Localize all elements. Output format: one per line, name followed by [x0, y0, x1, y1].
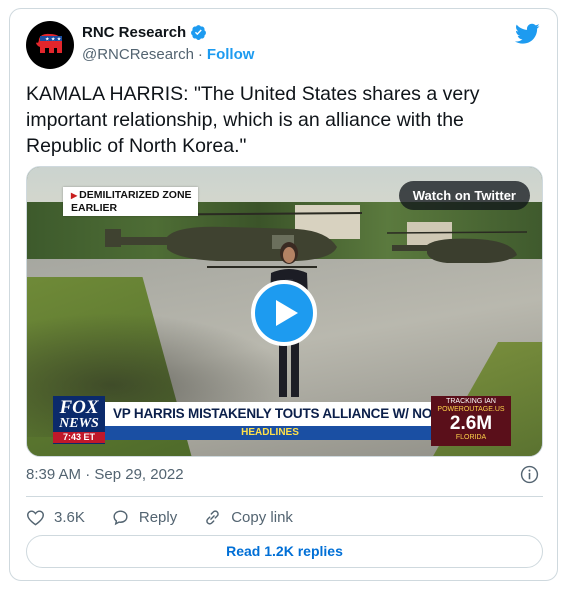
twitter-bird-icon[interactable] [515, 23, 540, 45]
play-button[interactable] [251, 280, 317, 346]
reply-button[interactable]: Reply [111, 508, 177, 527]
copy-link-label: Copy link [231, 508, 293, 526]
video-player[interactable]: ▶ DEMILITARIZED ZONE EARLIER Watch on Twi… [26, 166, 543, 457]
triangle-icon: ▶ [71, 191, 78, 200]
tracking-box: TRACKING IAN POWEROUTAGE.US 2.6M FLORIDA [431, 396, 511, 446]
heart-icon [27, 509, 44, 525]
link-icon [206, 509, 219, 525]
tweet-actions: 3.6K Reply Copy link [26, 506, 319, 528]
tweet-timestamp[interactable]: 8:39 AM · Sep 29, 2022 [26, 466, 184, 483]
info-icon[interactable] [520, 465, 539, 484]
tweet-text: KAMALA HARRIS: "The United States shares… [26, 83, 480, 157]
location-tag-line2: EARLIER [71, 202, 118, 214]
headlines-bar: HEADLINES [105, 426, 435, 440]
like-count: 3.6K [54, 508, 85, 526]
verified-badge-icon [191, 25, 207, 40]
author-block: RNC Research @RNCResearch · Follow [82, 24, 254, 63]
divider [26, 496, 543, 497]
like-button[interactable]: 3.6K [26, 508, 85, 527]
fox-news-logo: FOX NEWS 7:43 ET [53, 396, 105, 444]
read-replies-button[interactable]: Read 1.2K replies [26, 535, 543, 568]
network-logo-line2: NEWS [59, 416, 99, 431]
avatar[interactable]: ★ ★ ★ [26, 21, 74, 69]
overlay-location-tag: ▶ DEMILITARIZED ZONE EARLIER [63, 187, 198, 216]
location-tag-line1: DEMILITARIZED ZONE [79, 189, 192, 201]
republican-elephant-icon: ★ ★ ★ [36, 33, 62, 53]
tracker-title: TRACKING IAN [446, 398, 496, 405]
tracker-region: FLORIDA [455, 434, 487, 441]
watch-on-twitter-button[interactable]: Watch on Twitter [398, 181, 530, 210]
play-icon [276, 300, 298, 326]
display-name[interactable]: RNC Research [82, 24, 186, 41]
network-time: 7:43 ET [53, 432, 105, 443]
network-logo-line1: FOX [59, 397, 99, 418]
news-chyron: VP HARRIS MISTAKENLY TOUTS ALLIANCE W/ N… [105, 402, 511, 426]
tweet-card: ★ ★ ★ RNC Research @RNCResearch · Follow… [9, 8, 558, 581]
svg-text:★ ★ ★: ★ ★ ★ [45, 37, 62, 43]
helicopter-image [387, 231, 527, 263]
copy-link-button[interactable]: Copy link [203, 508, 293, 527]
reply-bubble-icon [113, 509, 128, 525]
handle[interactable]: @RNCResearch [82, 46, 194, 63]
separator-dot: · [197, 46, 203, 63]
follow-button[interactable]: Follow [207, 46, 255, 63]
helicopter-image [101, 212, 363, 268]
tracker-value: 2.6M [449, 413, 493, 434]
reply-label: Reply [138, 508, 178, 526]
